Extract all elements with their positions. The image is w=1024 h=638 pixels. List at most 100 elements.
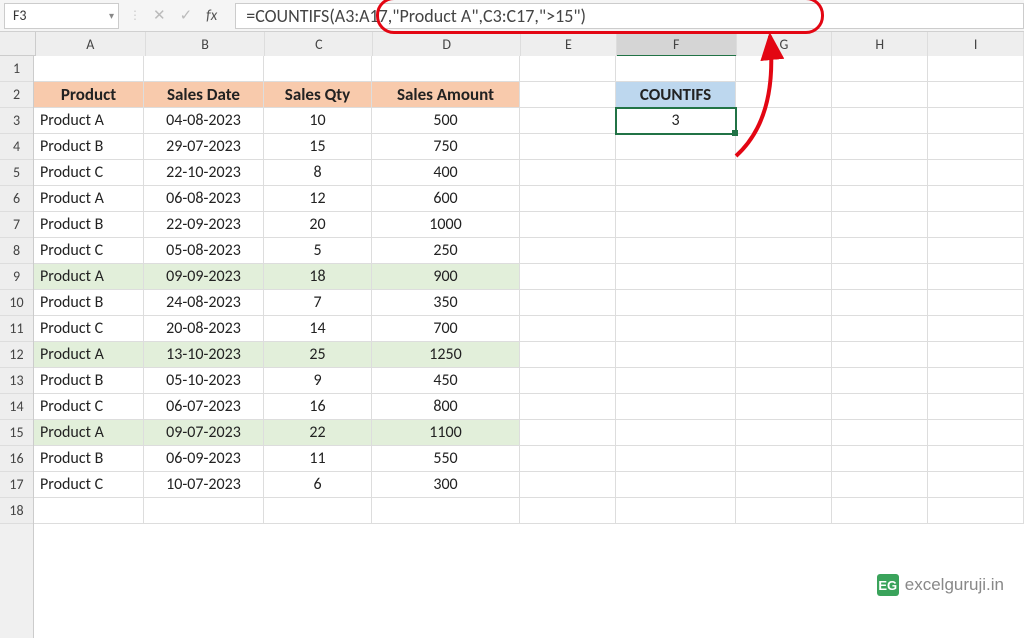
cell-D10[interactable]: 350 bbox=[372, 290, 520, 316]
cell-C12[interactable]: 25 bbox=[264, 342, 372, 368]
cell-D9[interactable]: 900 bbox=[372, 264, 520, 290]
cell-F4[interactable] bbox=[616, 134, 736, 160]
cell-H17[interactable] bbox=[832, 472, 928, 498]
cell-F15[interactable] bbox=[616, 420, 736, 446]
row-header-10[interactable]: 10 bbox=[0, 290, 33, 316]
cell-F1[interactable] bbox=[616, 56, 736, 82]
cell-C1[interactable] bbox=[264, 56, 372, 82]
cell-G14[interactable] bbox=[736, 394, 832, 420]
row-header-16[interactable]: 16 bbox=[0, 446, 33, 472]
row-header-1[interactable]: 1 bbox=[0, 56, 33, 82]
cell-D6[interactable]: 600 bbox=[372, 186, 520, 212]
row-header-17[interactable]: 17 bbox=[0, 472, 33, 498]
cell-E14[interactable] bbox=[520, 394, 616, 420]
cell-B11[interactable]: 20-08-2023 bbox=[144, 316, 264, 342]
cell-D14[interactable]: 800 bbox=[372, 394, 520, 420]
cell-I14[interactable] bbox=[928, 394, 1024, 420]
cell-C13[interactable]: 9 bbox=[264, 368, 372, 394]
cell-G16[interactable] bbox=[736, 446, 832, 472]
cell-E6[interactable] bbox=[520, 186, 616, 212]
cell-I8[interactable] bbox=[928, 238, 1024, 264]
cell-B6[interactable]: 06-08-2023 bbox=[144, 186, 264, 212]
cell-I12[interactable] bbox=[928, 342, 1024, 368]
cell-F5[interactable] bbox=[616, 160, 736, 186]
cell-H7[interactable] bbox=[832, 212, 928, 238]
cell-I1[interactable] bbox=[928, 56, 1024, 82]
cell-C5[interactable]: 8 bbox=[264, 160, 372, 186]
cancel-icon[interactable]: ✕ bbox=[153, 6, 166, 25]
cell-I13[interactable] bbox=[928, 368, 1024, 394]
name-box[interactable]: F3 ▾ bbox=[4, 3, 119, 29]
cell-E5[interactable] bbox=[520, 160, 616, 186]
cell-I2[interactable] bbox=[928, 82, 1024, 108]
cell-E1[interactable] bbox=[520, 56, 616, 82]
cell-C18[interactable] bbox=[264, 498, 372, 524]
row-header-2[interactable]: 2 bbox=[0, 82, 33, 108]
cell-I15[interactable] bbox=[928, 420, 1024, 446]
cell-C7[interactable]: 20 bbox=[264, 212, 372, 238]
cell-A10[interactable]: Product B bbox=[34, 290, 144, 316]
cell-D3[interactable]: 500 bbox=[372, 108, 520, 134]
cell-H5[interactable] bbox=[832, 160, 928, 186]
cell-I6[interactable] bbox=[928, 186, 1024, 212]
cell-A4[interactable]: Product B bbox=[34, 134, 144, 160]
cell-G7[interactable] bbox=[736, 212, 832, 238]
cell-B1[interactable] bbox=[144, 56, 264, 82]
cell-I10[interactable] bbox=[928, 290, 1024, 316]
cell-G1[interactable] bbox=[736, 56, 832, 82]
cell-H9[interactable] bbox=[832, 264, 928, 290]
cell-C3[interactable]: 10 bbox=[264, 108, 372, 134]
cell-E9[interactable] bbox=[520, 264, 616, 290]
cell-A5[interactable]: Product C bbox=[34, 160, 144, 186]
cell-G18[interactable] bbox=[736, 498, 832, 524]
cell-E8[interactable] bbox=[520, 238, 616, 264]
cell-G3[interactable] bbox=[736, 108, 832, 134]
cell-A7[interactable]: Product B bbox=[34, 212, 144, 238]
cell-D15[interactable]: 1100 bbox=[372, 420, 520, 446]
cell-E4[interactable] bbox=[520, 134, 616, 160]
cell-C10[interactable]: 7 bbox=[264, 290, 372, 316]
cell-H10[interactable] bbox=[832, 290, 928, 316]
cell-F18[interactable] bbox=[616, 498, 736, 524]
cell-H16[interactable] bbox=[832, 446, 928, 472]
cell-G17[interactable] bbox=[736, 472, 832, 498]
cell-I11[interactable] bbox=[928, 316, 1024, 342]
cell-F13[interactable] bbox=[616, 368, 736, 394]
cell-B17[interactable]: 10-07-2023 bbox=[144, 472, 264, 498]
cell-H3[interactable] bbox=[832, 108, 928, 134]
cell-E7[interactable] bbox=[520, 212, 616, 238]
cell-D1[interactable] bbox=[372, 56, 520, 82]
cell-A6[interactable]: Product A bbox=[34, 186, 144, 212]
cell-I18[interactable] bbox=[928, 498, 1024, 524]
cell-G6[interactable] bbox=[736, 186, 832, 212]
cell-E10[interactable] bbox=[520, 290, 616, 316]
row-header-8[interactable]: 8 bbox=[0, 238, 33, 264]
cell-A18[interactable] bbox=[34, 498, 144, 524]
col-header-I[interactable]: I bbox=[928, 32, 1024, 56]
cell-G13[interactable] bbox=[736, 368, 832, 394]
cell-F11[interactable] bbox=[616, 316, 736, 342]
cell-I17[interactable] bbox=[928, 472, 1024, 498]
cell-C17[interactable]: 6 bbox=[264, 472, 372, 498]
header-sales-qty[interactable]: Sales Qty bbox=[264, 82, 372, 108]
cell-H6[interactable] bbox=[832, 186, 928, 212]
name-box-dropdown-icon[interactable]: ▾ bbox=[109, 9, 114, 22]
col-header-D[interactable]: D bbox=[373, 32, 521, 56]
cell-D13[interactable]: 450 bbox=[372, 368, 520, 394]
cell-F17[interactable] bbox=[616, 472, 736, 498]
cell-B14[interactable]: 06-07-2023 bbox=[144, 394, 264, 420]
cell-H13[interactable] bbox=[832, 368, 928, 394]
cell-I7[interactable] bbox=[928, 212, 1024, 238]
row-header-9[interactable]: 9 bbox=[0, 264, 33, 290]
cell-B4[interactable]: 29-07-2023 bbox=[144, 134, 264, 160]
cell-G2[interactable] bbox=[736, 82, 832, 108]
cell-A3[interactable]: Product A bbox=[34, 108, 144, 134]
cell-I4[interactable] bbox=[928, 134, 1024, 160]
row-header-7[interactable]: 7 bbox=[0, 212, 33, 238]
cell-C16[interactable]: 11 bbox=[264, 446, 372, 472]
cell-D11[interactable]: 700 bbox=[372, 316, 520, 342]
cell-F7[interactable] bbox=[616, 212, 736, 238]
cell-G8[interactable] bbox=[736, 238, 832, 264]
cell-A15[interactable]: Product A bbox=[34, 420, 144, 446]
cell-I9[interactable] bbox=[928, 264, 1024, 290]
